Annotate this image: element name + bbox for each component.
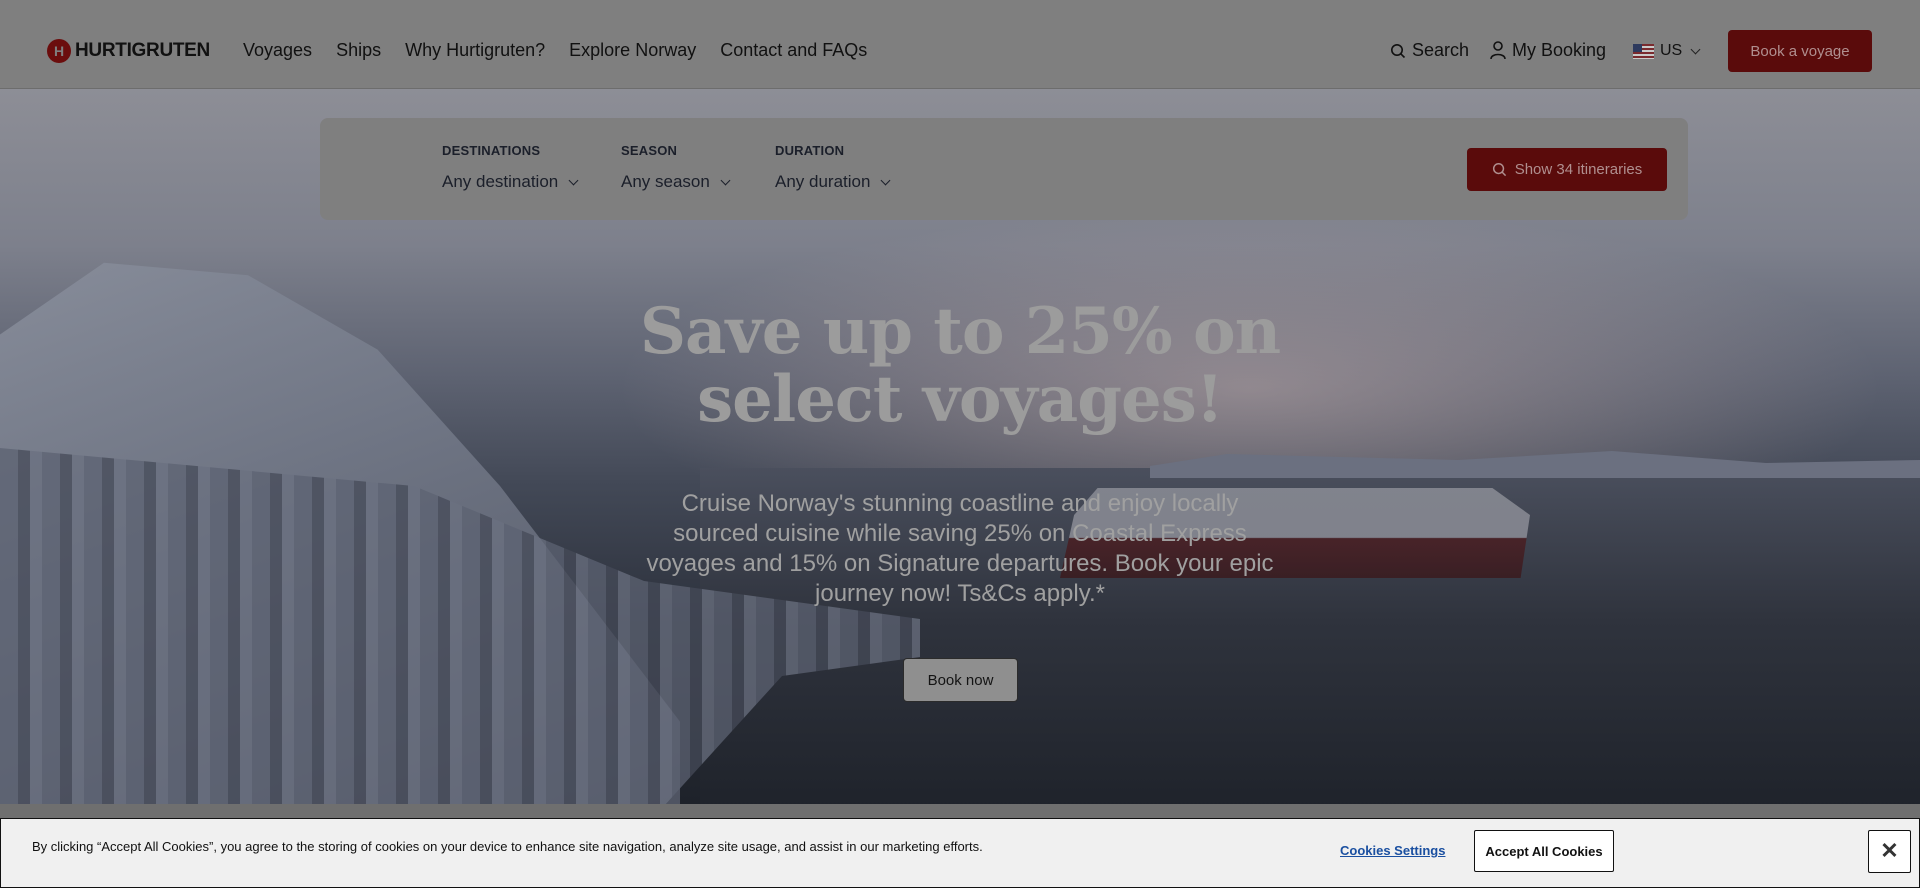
season-value: Any season	[621, 172, 710, 191]
nav-contact-faqs[interactable]: Contact and FAQs	[720, 40, 867, 61]
main-nav: Voyages Ships Why Hurtigruten? Explore N…	[243, 40, 867, 61]
voyage-search-panel: DESTINATIONS Any destination SEASON Any …	[320, 118, 1688, 220]
destinations-dropdown[interactable]: Any destination	[442, 172, 579, 192]
book-now-button[interactable]: Book now	[903, 658, 1018, 702]
season-dropdown[interactable]: Any season	[621, 172, 731, 192]
duration-filter: DURATION Any duration	[775, 143, 891, 192]
season-filter: SEASON Any season	[621, 143, 731, 192]
accept-all-cookies-button[interactable]: Accept All Cookies	[1474, 830, 1614, 872]
show-itineraries-button[interactable]: Show 34 itineraries	[1467, 148, 1667, 191]
nav-why-hurtigruten[interactable]: Why Hurtigruten?	[405, 40, 545, 61]
cookie-message: By clicking “Accept All Cookies”, you ag…	[32, 839, 983, 854]
user-icon	[1490, 41, 1506, 60]
search-link[interactable]: Search	[1390, 40, 1469, 61]
locale-selector[interactable]: US	[1633, 42, 1701, 60]
close-icon[interactable]: ✕	[1868, 830, 1911, 873]
show-itineraries-label: Show 34 itineraries	[1514, 161, 1643, 178]
locale-label: US	[1660, 42, 1683, 59]
search-icon	[1492, 162, 1506, 177]
nav-ships[interactable]: Ships	[336, 40, 381, 61]
brand-name: HURTIGRUTEN	[75, 40, 210, 61]
duration-label: DURATION	[775, 143, 845, 158]
search-icon	[1391, 43, 1406, 58]
us-flag-icon	[1633, 43, 1654, 59]
hero-subtitle: Cruise Norway's stunning coastline and e…	[646, 490, 1274, 607]
my-booking-link[interactable]: My Booking	[1490, 40, 1606, 61]
nav-voyages[interactable]: Voyages	[243, 40, 312, 61]
duration-dropdown[interactable]: Any duration	[775, 172, 891, 192]
hero-far-shore	[1150, 451, 1920, 478]
brand-logo[interactable]: H HURTIGRUTEN	[47, 39, 210, 63]
search-label: Search	[1412, 40, 1470, 60]
overlay-strip	[0, 804, 1920, 818]
hero-title: Save up to 25% on select voyages!	[639, 294, 1281, 437]
duration-value: Any duration	[775, 172, 871, 191]
destinations-value: Any destination	[442, 172, 559, 191]
cookies-settings-link[interactable]: Cookies Settings	[1340, 843, 1445, 858]
cookie-consent-banner: By clicking “Accept All Cookies”, you ag…	[0, 818, 1920, 888]
destinations-label: DESTINATIONS	[442, 143, 541, 158]
chevron-down-icon	[568, 175, 579, 185]
book-voyage-button[interactable]: Book a voyage	[1728, 30, 1872, 72]
chevron-down-icon	[720, 175, 731, 185]
chevron-down-icon	[881, 175, 891, 185]
chevron-down-icon	[1690, 44, 1701, 54]
season-label: SEASON	[621, 143, 678, 158]
logo-mark-icon: H	[47, 39, 71, 63]
nav-explore-norway[interactable]: Explore Norway	[569, 40, 696, 61]
my-booking-label: My Booking	[1512, 40, 1607, 60]
site-header: H HURTIGRUTEN Voyages Ships Why Hurtigru…	[0, 0, 1920, 88]
destinations-filter: DESTINATIONS Any destination	[442, 143, 579, 192]
